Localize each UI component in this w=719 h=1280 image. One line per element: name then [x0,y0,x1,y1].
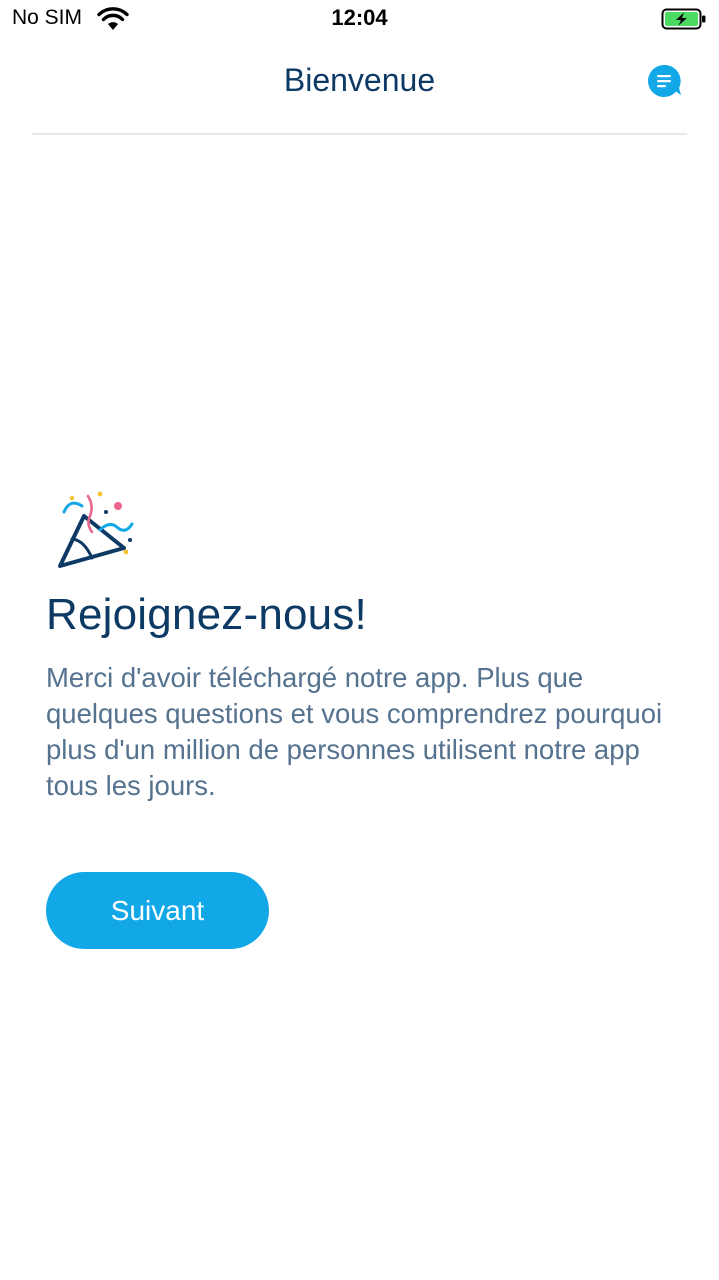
welcome-message: Merci d'avoir téléchargé notre app. Plus… [46,662,663,801]
welcome-section: Rejoignez-nous! Merci d'avoir téléchargé… [46,490,686,949]
navigation-bar: Bienvenue [0,40,719,136]
party-popper-icon [58,491,134,568]
status-time: 12:04 [331,5,388,30]
battery-charging-icon [661,8,707,35]
page-title: Bienvenue [283,62,436,98]
next-button[interactable]: Suivant [46,872,269,949]
header-divider [32,133,687,135]
chat-button[interactable] [646,63,682,99]
welcome-heading: Rejoignez-nous! [46,590,367,639]
status-bar: No SIM 12:04 [0,0,719,40]
chat-bubble-icon [648,64,681,97]
